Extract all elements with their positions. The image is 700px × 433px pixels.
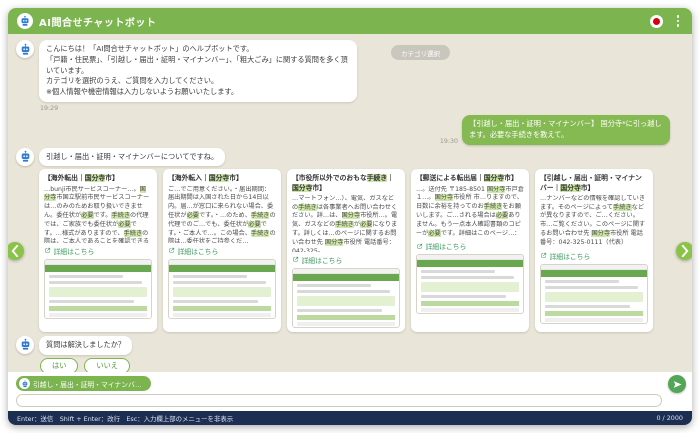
bot-avatar-icon <box>16 148 34 166</box>
page-preview-thumbnail <box>292 268 400 328</box>
robot-icon <box>17 13 33 29</box>
user-message-bubble: 【引越し・届出・証明・マイナンバー】 国分寺*に引っ越します。必要な手続きを教え… <box>462 115 670 145</box>
card-detail-link[interactable]: 詳細はこちら <box>44 246 152 256</box>
user-timestamp: 19:30 <box>440 138 458 145</box>
resolved-options: はい いいえ <box>40 358 684 372</box>
message-input[interactable] <box>16 394 662 407</box>
ack-bubble: 引越し・届出・証明・マイナンバーについてですね。 <box>39 148 225 167</box>
greeting-bubble: こんにちは！「AI問合せチャットボット」のヘルプボットです。 「戸籍・住民票」、… <box>39 40 357 102</box>
bot-greeting-row: こんにちは！「AI問合せチャットボット」のヘルプボットです。 「戸籍・住民票」、… <box>16 40 684 102</box>
selected-category-pill[interactable]: 引越し・届出・証明・マイナンバ… <box>16 376 151 391</box>
card-body: ご…でご用意ください。・届出期間：届出期間は入国された日から14日以内。届…が窓… <box>168 186 276 243</box>
category-menu-button-disabled[interactable]: カテゴリ選択 <box>391 45 450 60</box>
card-carousel: 【海外転出｜国分寺市】 …bunji市民サービスコーナー…。国分寺市国立駅前市民サ… <box>39 169 684 331</box>
info-card: 【海外転出｜国分寺市】 …bunji市民サービスコーナー…。国分寺市国立駅前市民サ… <box>39 169 157 331</box>
card-body: …ナンバーなどの情報を確認していきます。そのページによって手続きなどが異なります… <box>540 195 648 248</box>
card-title: 【引越し・届出・証明・マイナンバー｜国分寺市】 <box>540 174 648 192</box>
bot-avatar-icon <box>16 336 34 354</box>
card-body: …マートフォン…）、電気、ガスなどの手続きは各事業者へお問い合わせください。詳…… <box>292 195 400 252</box>
chat-area: こんにちは！「AI問合せチャットボット」のヘルプボットです。 「戸籍・住民票」、… <box>8 34 692 372</box>
info-card: 【引越し・届出・証明・マイナンバー｜国分寺市】 …ナンバーなどの情報を確認していき… <box>535 169 653 331</box>
resolved-row: 質問は解決しましたか？ <box>16 336 684 355</box>
footer-bar: Enter：送信 Shift + Enter：改行 Esc：入力欄上部のメニュー… <box>8 411 692 425</box>
card-detail-link[interactable]: 詳細はこちら <box>168 246 276 256</box>
char-counter: 0 / 2000 <box>656 414 683 422</box>
page-preview-thumbnail <box>416 254 524 314</box>
card-title: 【郵送による転出届｜国分寺市】 <box>416 174 524 183</box>
greeting-timestamp: 19:29 <box>40 105 684 112</box>
card-title: 【市役所以外でのおもな手続き｜国分寺市】 <box>292 174 400 192</box>
send-button[interactable] <box>668 375 686 393</box>
card-title: 【海外転出｜国分寺市】 <box>44 174 152 183</box>
card-title: 【海外転入｜国分寺市】 <box>168 174 276 183</box>
info-card: 【郵送による転出届｜国分寺市】 …。送付先 〒185-8501 国分寺市戸倉１…。… <box>411 169 529 331</box>
keyboard-hints: Enter：送信 Shift + Enter：改行 Esc：入力欄上部のメニュー… <box>17 414 233 423</box>
chatbot-window: AI問合せチャットボット こんにちは！「AI問合せチャットボット」のヘルプボット… <box>8 8 692 425</box>
carousel-prev-button[interactable] <box>8 242 24 260</box>
selected-category-label: 引越し・届出・証明・マイナンバ… <box>33 379 142 389</box>
page-preview-thumbnail <box>540 264 648 324</box>
no-button[interactable]: いいえ <box>84 358 130 372</box>
menu-kebab-icon[interactable] <box>673 15 683 27</box>
page-preview-thumbnail <box>44 259 152 319</box>
carousel-next-button[interactable] <box>676 242 692 260</box>
yes-button[interactable]: はい <box>40 358 78 372</box>
header: AI問合せチャットボット <box>8 8 692 34</box>
robot-icon <box>19 378 30 389</box>
page-preview-thumbnail <box>168 259 276 319</box>
card-detail-link[interactable]: 詳細はこちら <box>292 255 400 265</box>
resolved-question-bubble: 質問は解決しましたか？ <box>39 336 132 355</box>
card-body: …。送付先 〒185-8501 国分寺市戸倉１…。国分寺市役所 市…りますので、… <box>416 186 524 239</box>
card-detail-link[interactable]: 詳細はこちら <box>540 251 648 261</box>
japan-flag-icon[interactable] <box>650 15 663 28</box>
bot-ack-row: 引越し・届出・証明・マイナンバーについてですね。 <box>16 148 684 167</box>
card-detail-link[interactable]: 詳細はこちら <box>416 241 524 251</box>
user-message-row: 19:30 【引越し・届出・証明・マイナンバー】 国分寺*に引っ越します。必要な… <box>16 115 670 145</box>
window-title: AI問合せチャットボット <box>39 14 156 29</box>
info-card: 【海外転入｜国分寺市】ご…でご用意ください。・届出期間：届出期間は入国された日か… <box>163 169 281 331</box>
info-card: 【市役所以外でのおもな手続き｜国分寺市】 …マートフォン…）、電気、ガスなどの手続… <box>287 169 405 331</box>
bot-avatar-icon <box>16 40 34 58</box>
composer: 引越し・届出・証明・マイナンバ… <box>8 372 692 411</box>
card-body: …bunji市民サービスコーナー…。国分寺市国立駅前市民サービスコーナーは…のみ… <box>44 186 152 243</box>
